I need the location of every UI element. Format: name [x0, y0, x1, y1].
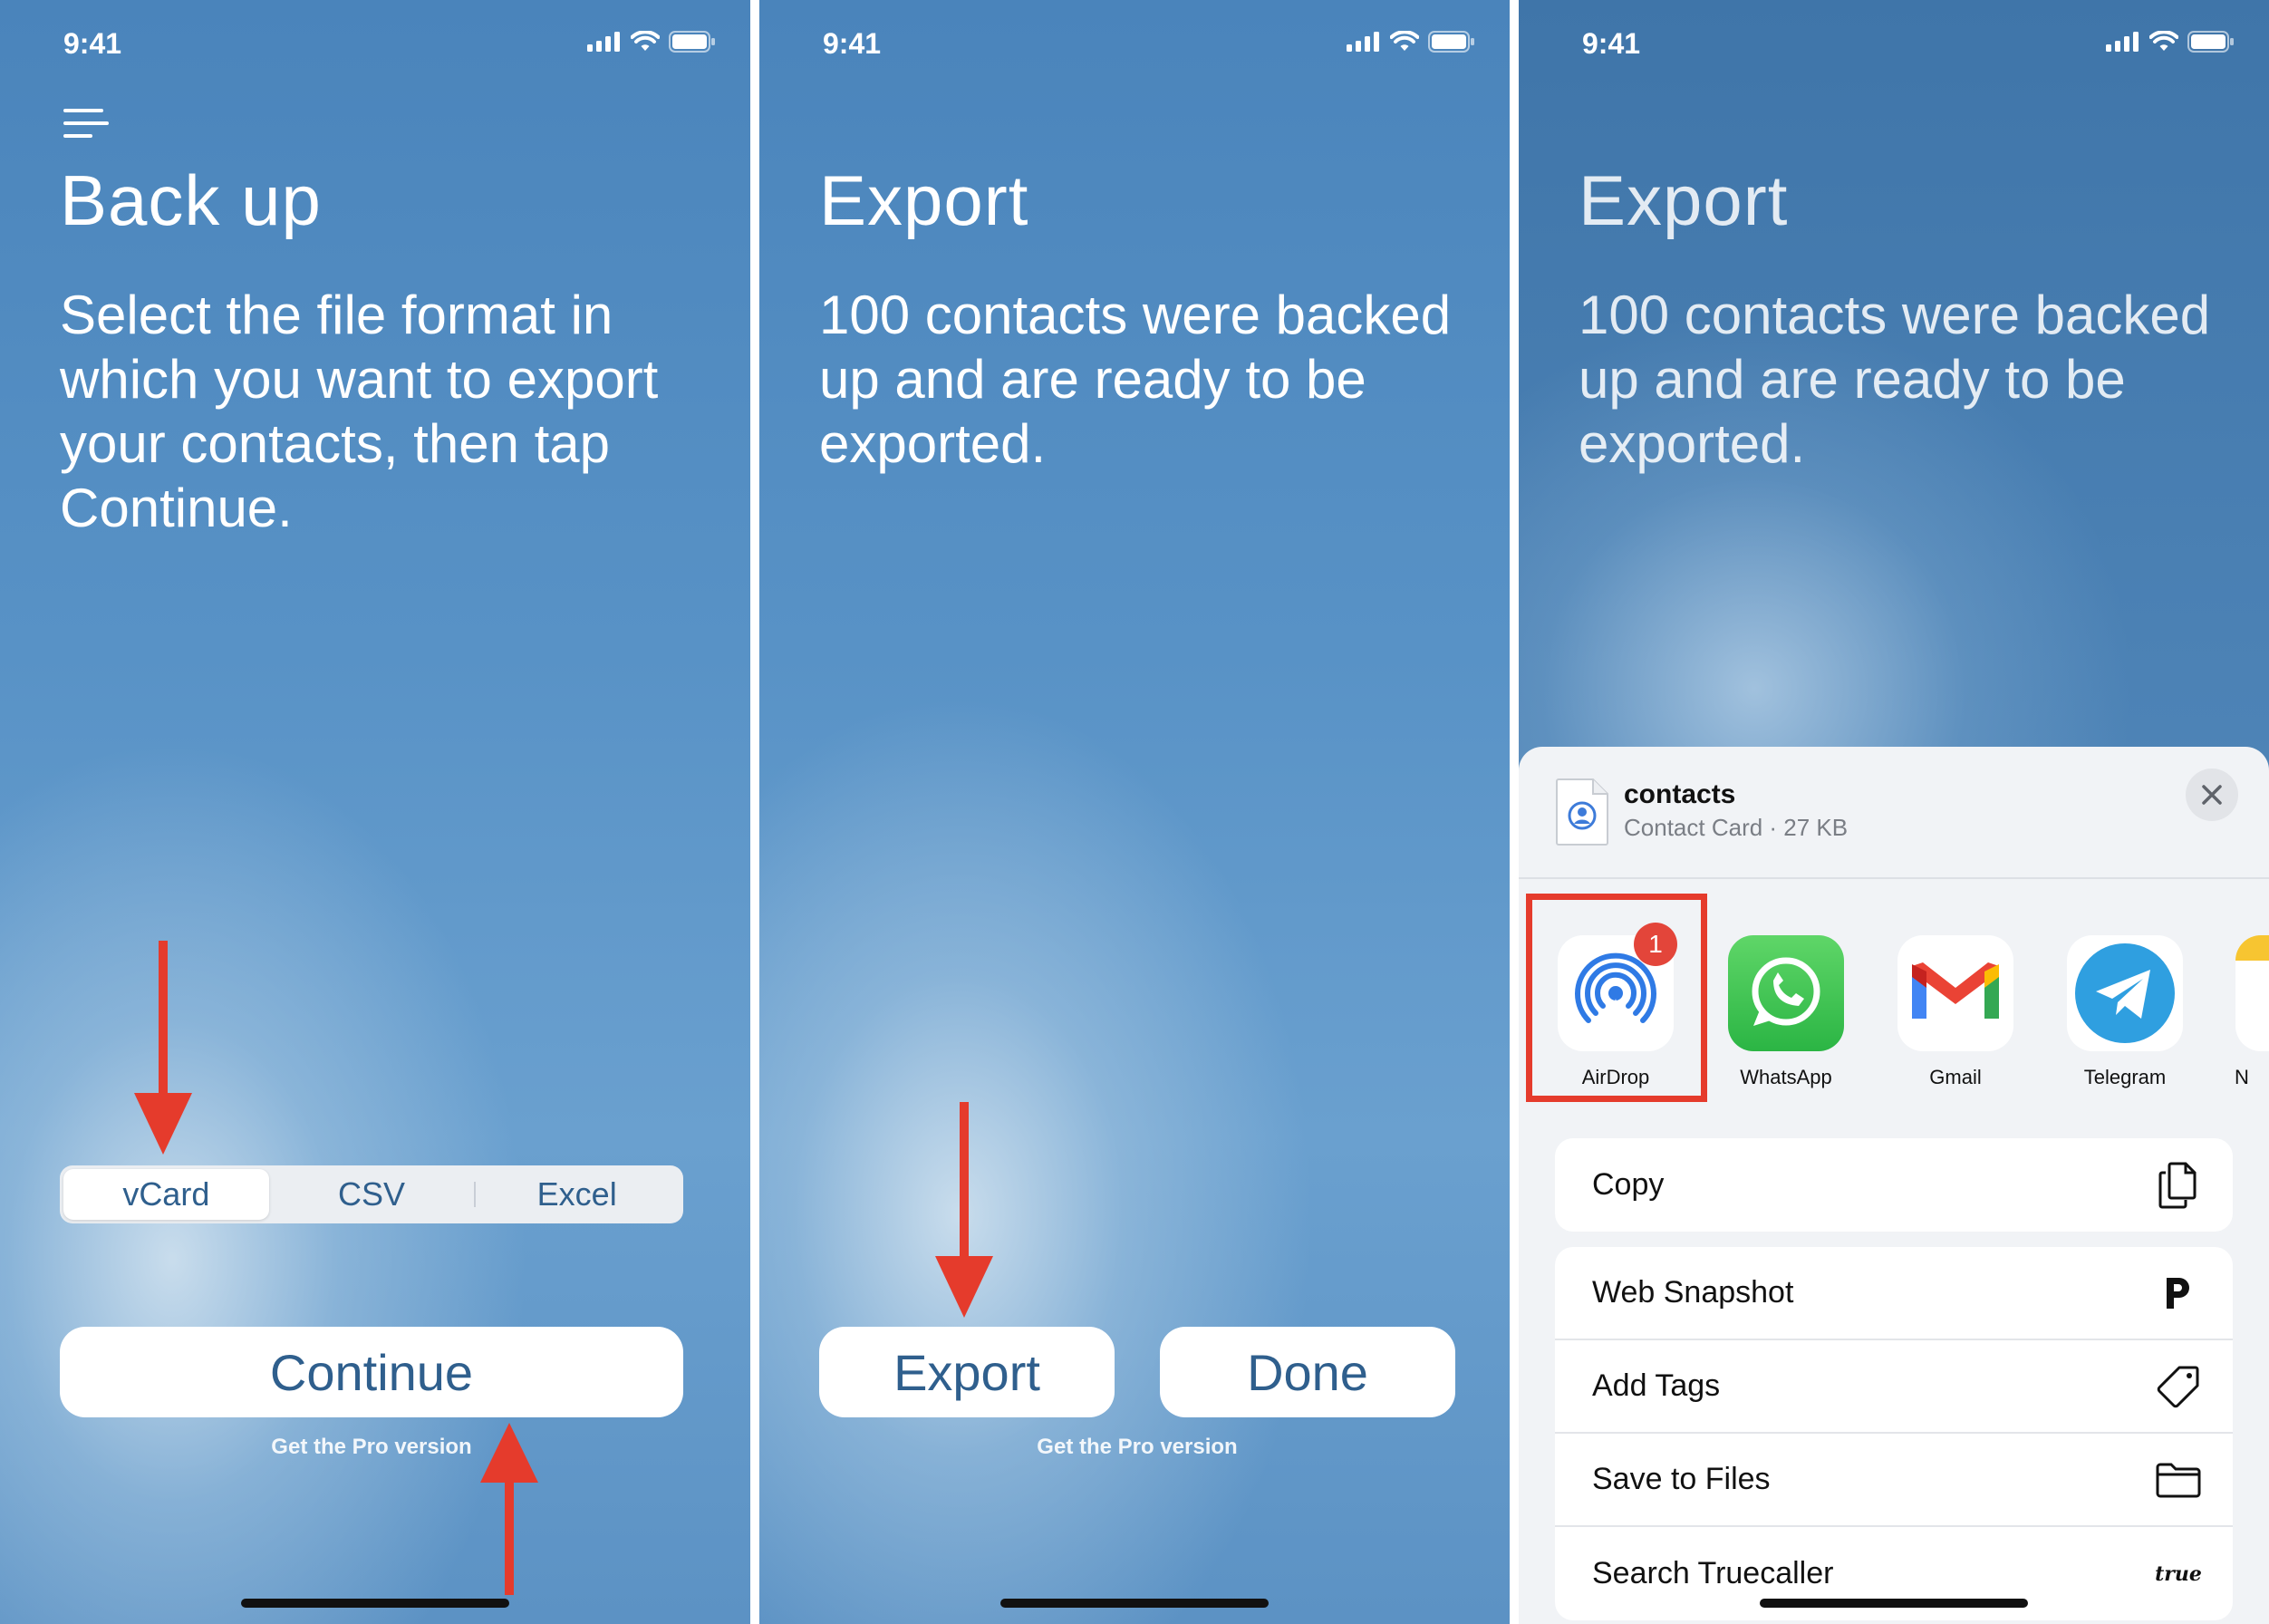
arrow-down-to-export	[935, 1102, 993, 1318]
whatsapp-glyph	[1752, 957, 1820, 1026]
truecaller-icon: true	[2151, 1562, 2206, 1586]
close-icon	[2202, 785, 2222, 805]
cellular-signal-icon	[2106, 32, 2139, 52]
folder-icon	[2151, 1462, 2206, 1498]
action-label: Save to Files	[1592, 1462, 1771, 1496]
continue-button[interactable]: Continue	[60, 1327, 683, 1417]
page-description: Select the file format in which you want…	[60, 285, 659, 538]
action-label: Copy	[1592, 1167, 1665, 1202]
share-app-airdrop[interactable]: 1 AirDrop	[1557, 923, 1677, 1089]
export-button[interactable]: Export	[819, 1327, 1115, 1417]
telegram-icon	[2067, 935, 2183, 1051]
segment-excel[interactable]: Excel	[474, 1169, 680, 1220]
battery-icon	[1428, 31, 1474, 53]
get-pro-link[interactable]: Get the Pro version	[60, 1435, 683, 1460]
share-app-notes[interactable]: N	[2235, 935, 2269, 1089]
app-label: Telegram	[2083, 1066, 2167, 1088]
copy-icon	[2151, 1162, 2206, 1209]
status-time: 9:41	[1582, 27, 1641, 60]
menu-icon[interactable]	[63, 107, 109, 140]
cellular-signal-icon	[1347, 32, 1379, 52]
whatsapp-icon	[1728, 935, 1844, 1051]
app-label: N	[2235, 1066, 2249, 1088]
share-sheet: contacts Contact Card · 27 KB 1 AirDrop …	[1519, 747, 2269, 1624]
action-save-to-files[interactable]: Save to Files	[1555, 1434, 2233, 1527]
web-snapshot-icon	[2151, 1276, 2206, 1310]
screen-backup: 9:41 Back up Select the file format in w…	[0, 0, 750, 1624]
app-label: AirDrop	[1581, 1066, 1650, 1088]
segment-divider	[474, 1182, 477, 1207]
share-app-gmail[interactable]: Gmail	[1897, 935, 2014, 1089]
screen-export: 9:41 Export 100 contacts were backed up …	[759, 0, 1510, 1624]
arrow-down-to-vcard	[134, 941, 192, 1155]
action-group-more: Web Snapshot Add Tags Save to Files Sear…	[1555, 1247, 2233, 1620]
action-web-snapshot[interactable]: Web Snapshot	[1555, 1247, 2233, 1340]
page-description: 100 contacts were backed up and are read…	[819, 285, 1452, 474]
contact-card-file-icon	[1556, 778, 1608, 846]
battery-icon	[669, 31, 715, 53]
done-button[interactable]: Done	[1160, 1327, 1455, 1417]
action-label: Search Truecaller	[1592, 1556, 1834, 1590]
segment-csv[interactable]: CSV	[269, 1169, 475, 1220]
action-copy[interactable]: Copy	[1555, 1138, 2233, 1232]
action-add-tags[interactable]: Add Tags	[1555, 1340, 2233, 1434]
truecaller-icon-text: true	[2155, 1561, 2202, 1586]
close-button[interactable]	[2186, 768, 2238, 821]
status-icons	[587, 31, 716, 53]
get-pro-link[interactable]: Get the Pro version	[819, 1435, 1455, 1460]
gmail-icon	[1897, 935, 2013, 1051]
action-label: Web Snapshot	[1592, 1275, 1794, 1310]
page-title: Back up	[60, 160, 322, 240]
screen-share-sheet: 9:41 Export 100 contacts were backed up …	[1519, 0, 2269, 1624]
wifi-icon	[1390, 31, 1419, 51]
telegram-glyph	[2075, 943, 2175, 1043]
app-label: WhatsApp	[1740, 1066, 1832, 1088]
segment-vcard[interactable]: vCard	[63, 1169, 269, 1220]
status-icons	[1347, 31, 1475, 53]
home-indicator	[1000, 1599, 1269, 1608]
file-meta: Contact Card · 27 KB	[1624, 814, 1849, 841]
app-label: Gmail	[1929, 1066, 1982, 1088]
gmail-glyph	[1912, 962, 1999, 1019]
status-time: 9:41	[63, 27, 122, 60]
share-app-telegram[interactable]: Telegram	[2066, 935, 2184, 1089]
airdrop-badge: 1	[1634, 923, 1677, 966]
page-title: Export	[819, 160, 1029, 240]
wifi-icon	[2149, 31, 2178, 51]
share-app-whatsapp[interactable]: WhatsApp	[1727, 935, 1845, 1089]
action-group-copy: Copy	[1555, 1138, 2233, 1232]
file-name: contacts	[1624, 779, 1736, 809]
cellular-signal-icon	[587, 32, 620, 52]
page-description: 100 contacts were backed up and are read…	[1579, 285, 2211, 474]
arrow-up-to-continue	[480, 1423, 538, 1595]
home-indicator	[1760, 1599, 2028, 1608]
tag-icon	[2151, 1364, 2206, 1409]
status-icons	[2106, 31, 2235, 53]
airdrop-icon: 1	[1558, 923, 1677, 1051]
wifi-icon	[631, 31, 660, 51]
battery-icon	[2187, 31, 2234, 53]
status-time: 9:41	[823, 27, 882, 60]
home-indicator	[241, 1599, 509, 1608]
page-title: Export	[1579, 160, 1789, 240]
action-label: Add Tags	[1592, 1368, 1721, 1403]
format-segmented-control: vCard CSV Excel	[60, 1165, 683, 1223]
share-sheet-header: contacts Contact Card · 27 KB	[1519, 747, 2269, 879]
notes-icon	[2235, 935, 2269, 1051]
